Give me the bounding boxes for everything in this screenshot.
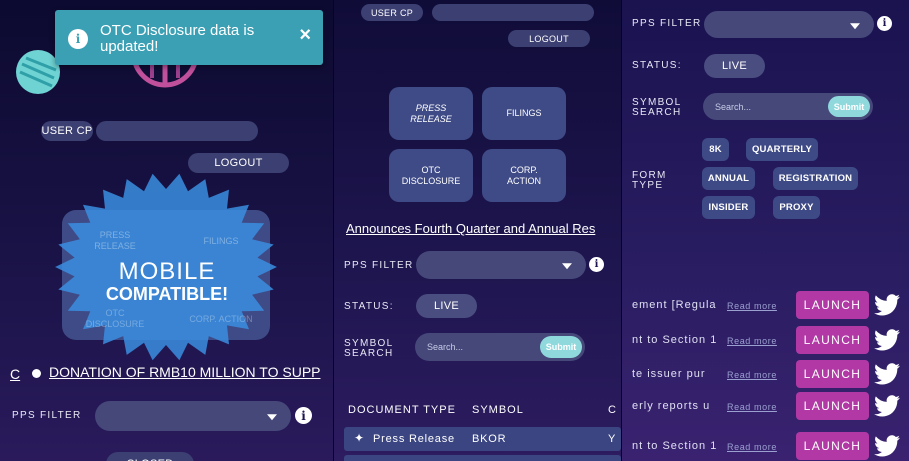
pps-filter-select[interactable] xyxy=(95,401,291,431)
badge-line2: COMPATIBLE! xyxy=(105,284,229,304)
row-text: nt to Section 1 xyxy=(632,440,718,452)
read-more-link[interactable]: Read more xyxy=(727,336,777,346)
twitter-icon[interactable] xyxy=(874,435,900,457)
status-label: STATUS: xyxy=(344,301,394,312)
status-label: STATUS: xyxy=(632,60,682,71)
twitter-icon[interactable] xyxy=(874,363,900,385)
status-live-pill[interactable]: LIVE xyxy=(416,294,477,318)
symbol-search-label: SYMBOL SEARCH xyxy=(632,97,682,118)
info-icon[interactable]: i xyxy=(877,16,892,31)
search-placeholder: Search... xyxy=(427,342,464,352)
info-icon[interactable]: i xyxy=(295,407,312,424)
filing-row[interactable]: nt to Section 1 Read more LAUNCH xyxy=(622,326,909,354)
twitter-icon[interactable] xyxy=(874,294,900,316)
tile-filings[interactable]: FILINGS xyxy=(482,87,566,140)
panel-filters: PPS FILTER i STATUS: LIVE SYMBOL SEARCH S… xyxy=(622,0,909,461)
table-row[interactable]: ✦ Press Release BKOR Y xyxy=(344,427,621,451)
user-cp-field xyxy=(432,4,594,21)
pps-filter-label: PPS FILTER xyxy=(344,260,414,271)
info-icon[interactable]: i xyxy=(589,257,604,272)
read-more-link[interactable]: Read more xyxy=(727,402,777,412)
filing-row[interactable]: nt to Section 1 Read more LAUNCH xyxy=(622,432,909,460)
status-live-pill[interactable]: LIVE xyxy=(704,54,765,78)
faded-tile-filings: FILINGS xyxy=(203,235,239,246)
tag-8k[interactable]: 8K xyxy=(702,138,729,161)
pps-filter-select[interactable] xyxy=(416,251,586,279)
col-symbol[interactable]: SYMBOL xyxy=(472,404,524,416)
launch-button[interactable]: LAUNCH xyxy=(796,392,869,420)
tag-registration[interactable]: REGISTRATION xyxy=(773,167,858,190)
chevron-down-icon xyxy=(850,22,860,29)
submit-button[interactable]: Submit xyxy=(828,96,870,117)
close-icon[interactable]: × xyxy=(299,24,311,47)
faded-tile-press: PRESS RELEASE xyxy=(94,230,136,251)
user-cp-button[interactable]: USER CP xyxy=(41,121,93,141)
tag-insider[interactable]: INSIDER xyxy=(702,196,755,219)
tile-press-release[interactable]: PRESS RELEASE xyxy=(389,87,473,140)
faded-tile-otc: OTC DISCLOSURE xyxy=(85,308,145,329)
pps-filter-label: PPS FILTER xyxy=(12,410,82,421)
row-text: erly reports u xyxy=(632,400,711,412)
filing-row[interactable]: erly reports u Read more LAUNCH xyxy=(622,392,909,420)
tag-quarterly[interactable]: QUARTERLY xyxy=(746,138,818,161)
logout-button[interactable]: LOGOUT xyxy=(188,153,289,173)
read-more-link[interactable]: Read more xyxy=(727,301,777,311)
read-more-link[interactable]: Read more xyxy=(727,370,777,380)
row-text: ement [Regula xyxy=(632,299,717,311)
status-pill[interactable]: CLOSED xyxy=(106,452,194,461)
chevron-down-icon xyxy=(562,263,572,270)
col-extra[interactable]: C xyxy=(608,404,617,416)
symbol-search-label: SYMBOL SEARCH xyxy=(344,338,394,359)
faded-tile-corp: CORP. ACTION xyxy=(189,313,253,324)
col-document-type[interactable]: DOCUMENT TYPE xyxy=(348,404,456,416)
logout-button[interactable]: LOGOUT xyxy=(508,30,590,47)
panel-mobile-home: i OTC Disclosure data is updated! × USER… xyxy=(0,0,333,461)
twitter-icon[interactable] xyxy=(874,395,900,417)
row-text: nt to Section 1 xyxy=(632,334,718,346)
launch-button[interactable]: LAUNCH xyxy=(796,360,869,388)
chevron-down-icon xyxy=(267,414,277,421)
search-placeholder: Search... xyxy=(715,101,752,112)
twitter-icon[interactable] xyxy=(874,329,900,351)
tag-proxy[interactable]: PROXY xyxy=(773,196,820,219)
launch-button[interactable]: LAUNCH xyxy=(796,326,869,354)
headline-link[interactable]: Announces Fourth Quarter and Annual Res xyxy=(346,221,611,236)
filing-row[interactable]: te issuer pur Read more LAUNCH xyxy=(622,360,909,388)
symbol-search-input[interactable]: Search... Submit xyxy=(415,333,585,361)
tile-otc-disclosure[interactable]: OTC DISCLOSURE xyxy=(389,149,473,202)
filing-row[interactable]: ement [Regula Read more LAUNCH xyxy=(622,291,909,319)
sparkle-icon: ✦ xyxy=(354,431,365,445)
row-extra: Y xyxy=(608,433,616,445)
ticker-prefix: C xyxy=(10,366,21,382)
ticker-headline[interactable]: DONATION OF RMB10 MILLION TO SUPP xyxy=(49,364,321,380)
user-cp-field xyxy=(96,121,258,141)
submit-button[interactable]: Submit xyxy=(540,336,582,358)
table-row-next[interactable] xyxy=(344,455,621,461)
row-type: Press Release xyxy=(373,433,455,445)
read-more-link[interactable]: Read more xyxy=(727,442,777,452)
badge-line1: MOBILE xyxy=(118,258,216,285)
user-cp-button[interactable]: USER CP xyxy=(361,4,423,21)
pps-filter-label: PPS FILTER xyxy=(632,18,702,29)
launch-button[interactable]: LAUNCH xyxy=(796,432,869,460)
symbol-search-input[interactable]: Search... Submit xyxy=(703,93,873,120)
launch-button[interactable]: LAUNCH xyxy=(796,291,869,319)
row-text: te issuer pur xyxy=(632,368,706,380)
tag-annual[interactable]: ANNUAL xyxy=(702,167,755,190)
row-symbol: BKOR xyxy=(472,433,507,445)
info-icon: i xyxy=(68,29,88,49)
panel-menu: USER CP LOGOUT PRESS RELEASE FILINGS OTC… xyxy=(334,0,621,461)
ticker-bullet xyxy=(32,369,41,378)
notification-toast[interactable]: i OTC Disclosure data is updated! × xyxy=(55,10,323,65)
pps-filter-select[interactable] xyxy=(704,11,874,38)
tile-corp-action[interactable]: CORP. ACTION xyxy=(482,149,566,202)
form-type-label: FORM TYPE xyxy=(632,170,667,191)
notification-text: OTC Disclosure data is updated! xyxy=(100,22,255,55)
